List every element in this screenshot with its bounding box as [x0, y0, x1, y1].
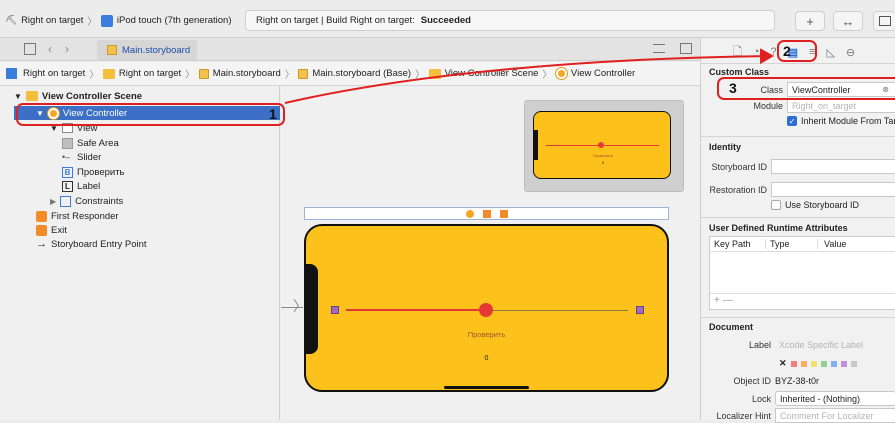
annotation-arrow — [284, 48, 774, 104]
